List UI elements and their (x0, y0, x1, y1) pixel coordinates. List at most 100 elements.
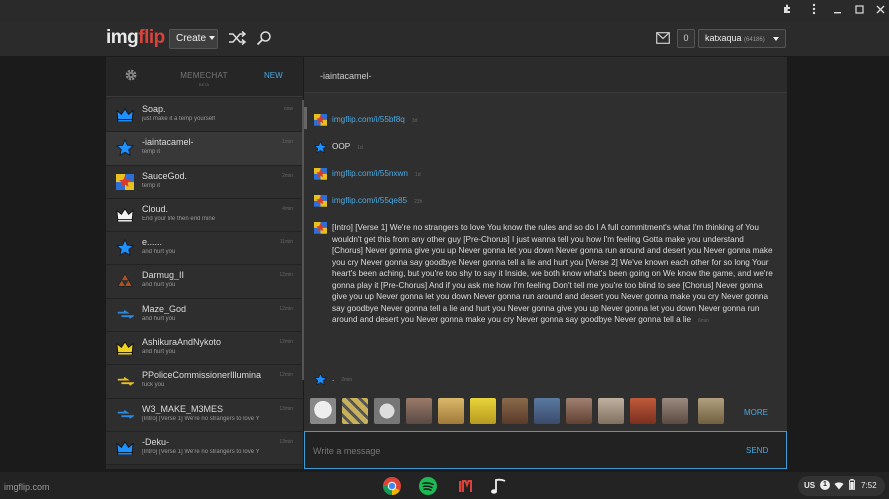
imgflip-app-icon[interactable] (455, 476, 475, 496)
message-text: . 2min (332, 373, 777, 387)
notification-count[interactable]: 0 (677, 29, 695, 48)
message-text: imgflip.com/i/55nxwn 1d (332, 168, 777, 182)
meme-picker: MORE (304, 394, 787, 430)
close-icon[interactable] (872, 3, 888, 19)
conversation-title: -iaintacamel- (320, 71, 372, 81)
gear-icon[interactable] (124, 68, 138, 82)
crown-yellow-icon (115, 339, 135, 357)
star-blue-icon (313, 140, 327, 153)
chat-list-item[interactable]: Cloud. End your life then end mine 4min (106, 198, 303, 233)
message-link[interactable]: imgflip.com/i/55bf8q (332, 115, 405, 124)
chat-name: Cloud. (142, 203, 169, 214)
chat-list-item[interactable]: e...... and hurt you 11min (106, 232, 303, 266)
wifi-icon (834, 482, 844, 490)
triforce-dark-icon (115, 272, 135, 290)
message-text: [Intro] [Verse 1] We're no strangers to … (332, 222, 777, 328)
meme-thumb[interactable] (598, 398, 624, 424)
chat-list-item[interactable]: -Deku- [Intro] [Verse 1] We're no strange… (106, 431, 303, 466)
star-blue-icon (313, 372, 327, 385)
chevron-down-icon (209, 36, 216, 41)
meme-thumb[interactable] (698, 398, 724, 424)
meme-thumb[interactable] (630, 398, 656, 424)
chat-list-item[interactable]: AshikuraAndNykoto and hurt you 12min (106, 332, 303, 366)
message-time: 6min (698, 318, 709, 324)
minimize-icon[interactable] (829, 3, 845, 19)
meme-thumb[interactable] (502, 398, 528, 424)
menu-dots-icon[interactable] (806, 3, 822, 19)
mail-icon[interactable] (656, 32, 670, 44)
chat-preview: temp it (142, 149, 161, 156)
message-time: 1d (415, 172, 421, 178)
music-note-icon[interactable] (489, 476, 509, 496)
sidebar-header: MEMECHAT BETA NEW (106, 57, 303, 97)
chevron-down-icon (773, 37, 779, 41)
chat-list-item[interactable]: W3_MAKE_M3MES [Intro] [Verse 1] We're no … (106, 398, 303, 432)
extensions-icon[interactable] (779, 3, 795, 19)
meme-thumb[interactable] (342, 398, 368, 424)
create-label: Create (176, 33, 207, 44)
chat-list-item[interactable]: Maze_God and hurt you 12min (106, 298, 303, 333)
conversation-header: -iaintacamel- (304, 57, 787, 93)
message-list: imgflip.com/i/55bf8q 3d OOP 1d imgflip.com/i… (304, 94, 787, 390)
memechat-sidebar: MEMECHAT BETA NEW Soap. just make it a te… (106, 57, 303, 469)
username: katxaqua (705, 33, 742, 43)
chat-name: W3_MAKE_M3MES (142, 403, 224, 414)
send-button[interactable]: SEND (746, 446, 768, 455)
chat-list-item[interactable]: PPoliceCommissionerIllumina fuck you 12min (106, 365, 303, 399)
chrome-icon[interactable] (382, 476, 402, 496)
search-icon[interactable] (256, 30, 272, 46)
dash-yellow-icon (115, 372, 135, 390)
meme-thumb[interactable] (310, 398, 336, 424)
chat-name: -Deku- (142, 436, 170, 447)
rainbow-square-icon (313, 195, 327, 207)
chat-preview: and hurt you (142, 249, 176, 256)
chat-preview: just make it a temp yourself (142, 116, 216, 122)
dash-blue-icon (115, 406, 135, 424)
meme-thumb[interactable] (534, 398, 560, 424)
chat-preview: [Intro] [Verse 1] We're no strangers to … (142, 448, 260, 455)
chat-list-item[interactable]: Soap. just make it a temp yourself now (106, 99, 303, 133)
create-button[interactable]: Create (169, 29, 218, 49)
chat-name: Soap. (142, 104, 166, 114)
chat-time: 4min (282, 205, 293, 212)
message-text: imgflip.com/i/55bf8q 3d (332, 114, 777, 128)
chat-preview: fuck you (142, 382, 165, 389)
chat-list: Soap. just make it a temp yourself now -iai… (106, 99, 303, 466)
chat-list-item[interactable]: SauceGod. temp it 2min (106, 165, 303, 199)
status-url: imgflip.com (4, 482, 50, 492)
chat-list-item[interactable]: Darmug_II and hurt you 12min (106, 265, 303, 299)
new-chat-button[interactable]: NEW (264, 71, 283, 80)
message-link[interactable]: imgflip.com/i/55qe85 (332, 196, 407, 205)
chat-preview: and hurt you (142, 315, 176, 322)
spotify-icon[interactable] (418, 476, 438, 496)
meme-thumb[interactable] (374, 398, 400, 424)
site-header: imgflip Create 0 katxaqua (64186) (0, 22, 889, 56)
message-input[interactable] (313, 443, 713, 459)
chat-name: e...... (142, 237, 163, 248)
message-scrollbar[interactable] (304, 107, 307, 129)
user-menu-button[interactable]: katxaqua (64186) (698, 29, 786, 48)
shuffle-icon[interactable] (228, 30, 246, 46)
meme-thumb[interactable] (470, 398, 496, 424)
chat-list-item[interactable]: -iaintacamel-temp it 1min (106, 132, 303, 166)
chat-preview: and hurt you (142, 349, 176, 356)
rainbow-square-icon (313, 114, 327, 126)
notification-badge: 1 (820, 480, 830, 490)
chat-time: 13min (279, 438, 293, 445)
message-body: . (332, 374, 335, 383)
clock: 7:52 (861, 481, 877, 490)
meme-thumb[interactable] (662, 398, 688, 424)
message-text: OOP 1d (332, 141, 777, 155)
chat-name: Darmug_II (142, 270, 185, 281)
more-memes-button[interactable]: MORE (744, 408, 768, 417)
maximize-icon[interactable] (851, 3, 867, 19)
chat-name: Maze_God (142, 303, 187, 314)
meme-thumb[interactable] (438, 398, 464, 424)
meme-thumb[interactable] (406, 398, 432, 424)
meme-thumb[interactable] (566, 398, 592, 424)
message-time: 2min (341, 377, 353, 383)
message-link[interactable]: imgflip.com/i/55nxwn (332, 169, 408, 178)
chat-time: 11min (279, 239, 293, 246)
chat-time: now (283, 106, 293, 112)
imgflip-logo[interactable]: imgflip (106, 27, 165, 49)
